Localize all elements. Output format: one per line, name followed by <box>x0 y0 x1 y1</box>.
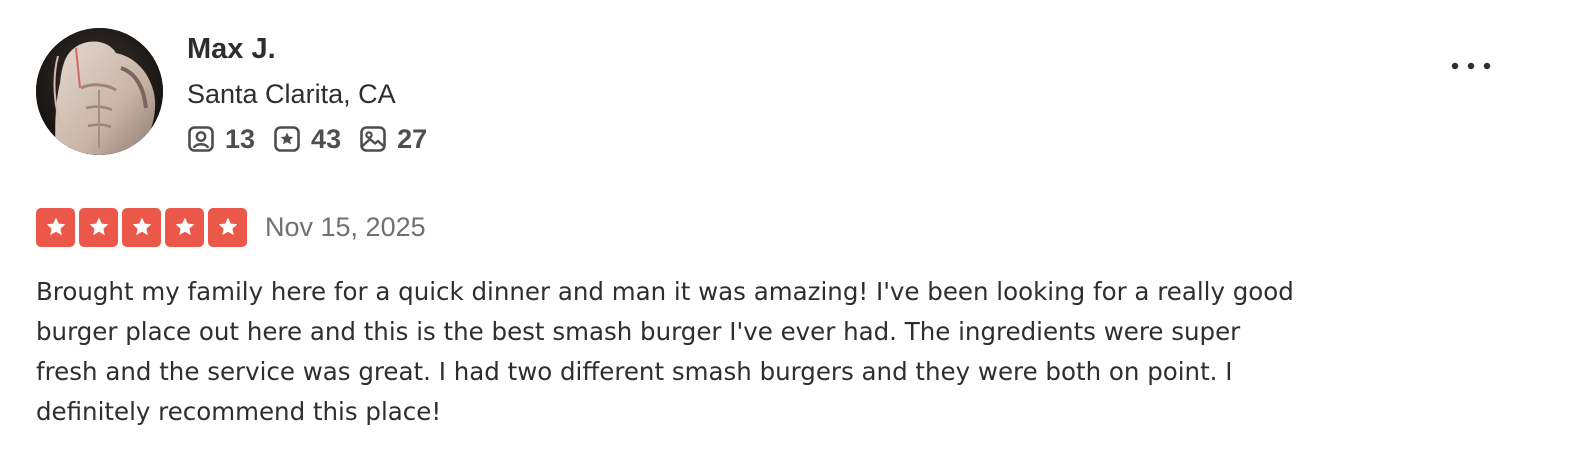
reviews-count: 43 <box>311 124 342 154</box>
stat-photos: 27 <box>359 123 427 155</box>
user-avatar-photo <box>36 28 163 155</box>
review-date: Nov 15, 2025 <box>265 212 426 242</box>
star-icon <box>79 207 118 247</box>
stat-friends: 13 <box>187 123 255 155</box>
friends-icon <box>187 125 215 153</box>
stat-reviews: 43 <box>273 123 341 155</box>
more-options-button[interactable] <box>1446 50 1496 84</box>
friends-count: 13 <box>225 124 256 154</box>
review-text: Brought my family here for a quick dinne… <box>36 277 1294 426</box>
reviews-star-icon <box>273 125 301 153</box>
avatar[interactable] <box>36 28 163 155</box>
user-info: Max J. Santa Clarita, CA 13 43 27 <box>187 28 445 156</box>
user-name[interactable]: Max J. <box>187 29 445 69</box>
user-stats: 13 43 27 <box>187 122 445 156</box>
more-options-icon <box>1450 58 1492 76</box>
photos-count: 27 <box>397 124 428 154</box>
star-rating <box>36 207 251 247</box>
star-icon <box>165 207 204 247</box>
photos-icon <box>359 125 387 153</box>
star-icon <box>208 207 247 247</box>
star-icon <box>36 207 75 247</box>
star-icon <box>122 207 161 247</box>
user-location: Santa Clarita, CA <box>187 79 396 109</box>
rating-row: Nov 15, 2025 <box>36 207 426 247</box>
review-card: Max J. Santa Clarita, CA 13 43 27 Nov 15… <box>36 28 1536 448</box>
